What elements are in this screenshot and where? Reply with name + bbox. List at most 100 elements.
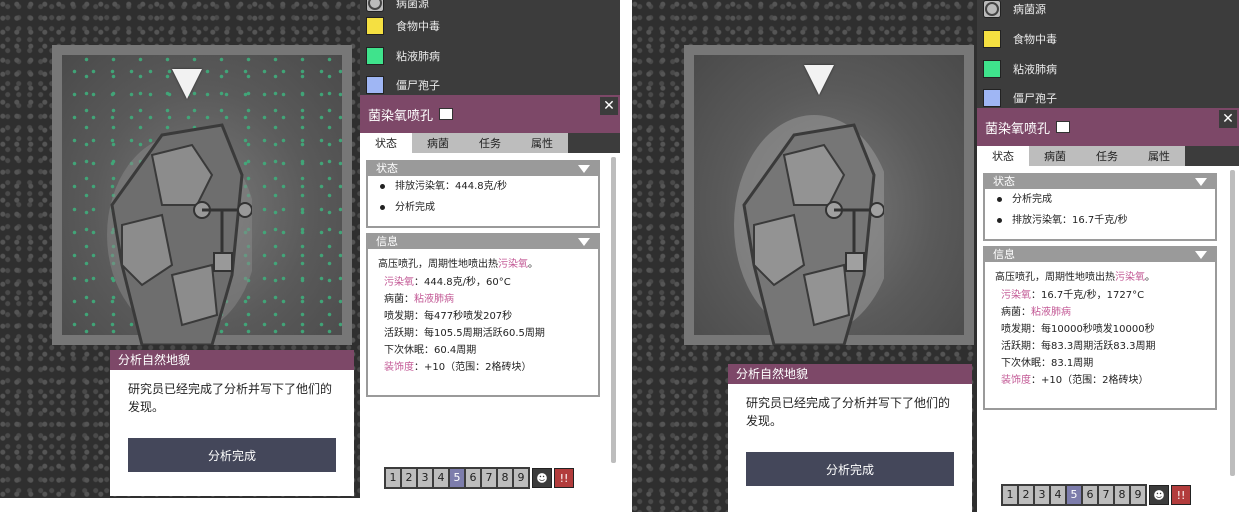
legend-item-slimelung: 粘液肺病 xyxy=(983,58,1057,80)
tab-germs[interactable]: 病菌 xyxy=(412,133,464,153)
legend-item-food-poisoning: 食物中毒 xyxy=(366,15,440,37)
speed-7[interactable]: 7 xyxy=(1099,486,1113,504)
info-header[interactable]: 信息 xyxy=(985,248,1215,262)
analysis-dialog: 分析自然地貌 研究员已经完成了分析并写下了他们的发现。 分析完成 xyxy=(728,364,972,512)
dialog-message: 研究员已经完成了分析并写下了他们的发现。 xyxy=(128,382,333,414)
speed-8[interactable]: 8 xyxy=(498,469,512,487)
geyser-frame xyxy=(684,45,974,345)
speed-7[interactable]: 7 xyxy=(482,469,496,487)
eruption-period: 喷发期：每10000秒喷发10000秒 xyxy=(1001,324,1155,335)
screenshot-left: 病菌源 食物中毒 粘液肺病 僵尸孢子 菌染氧喷孔 ✕ 状态 病菌 任务 属性 状… xyxy=(0,0,620,515)
alert-button[interactable]: !! xyxy=(554,468,574,488)
germ-legend: 病菌源 食物中毒 粘液肺病 僵尸孢子 xyxy=(977,0,1239,108)
vent-description: 高压喷孔，周期性地喷出热污染氧。 xyxy=(378,259,538,270)
status-header[interactable]: 状态 xyxy=(368,162,598,176)
food-poisoning-swatch xyxy=(366,17,384,35)
panel-scrollbar[interactable] xyxy=(1230,170,1235,476)
tab-properties[interactable]: 属性 xyxy=(516,133,568,153)
legend-item-germ-source: 病菌源 xyxy=(366,0,429,14)
tab-errands[interactable]: 任务 xyxy=(464,133,516,153)
legend-item-germ-source: 病菌源 xyxy=(983,0,1046,20)
status-row: 分析完成 xyxy=(985,189,1215,210)
info-panel: 菌染氧喷孔 ✕ 状态 病菌 任务 属性 状态 排放污染氧：444.8克/秒 分析… xyxy=(360,95,620,495)
speed-controls: 1 2 3 4 5 6 7 8 9 ☻ !! xyxy=(384,467,574,489)
speed-6[interactable]: 6 xyxy=(466,469,480,487)
status-section: 状态 分析完成 排放污染氧：16.7千克/秒 xyxy=(983,173,1217,241)
slimelung-swatch xyxy=(366,47,384,65)
info-header[interactable]: 信息 xyxy=(368,235,598,249)
info-section: 信息 高压喷孔，周期性地喷出热污染氧。 污染氧：444.8克/秒，60°C 病菌… xyxy=(366,233,600,397)
status-row: 排放污染氧：444.8克/秒 xyxy=(368,176,598,197)
info-section: 信息 高压喷孔，周期性地喷出热污染氧。 污染氧：16.7千克/秒，1727°C … xyxy=(983,246,1217,410)
eruption-period: 喷发期：每477秒喷发207秒 xyxy=(384,311,513,322)
alert-button[interactable]: !! xyxy=(1171,485,1191,505)
geyser-frame xyxy=(52,45,352,345)
slimelung-swatch xyxy=(983,60,1001,78)
tab-status[interactable]: 状态 xyxy=(977,146,1029,166)
decor-value: 装饰度：+10（范围：2格砖块） xyxy=(1001,375,1149,386)
decor-value: 装饰度：+10（范围：2格砖块） xyxy=(384,362,532,373)
speed-1[interactable]: 1 xyxy=(386,469,400,487)
speed-6[interactable]: 6 xyxy=(1083,486,1097,504)
speed-2[interactable]: 2 xyxy=(1019,486,1033,504)
panel-tabs: 状态 病菌 任务 属性 xyxy=(977,146,1239,166)
tab-properties[interactable]: 属性 xyxy=(1133,146,1185,166)
gas-output: 污染氧：444.8克/秒，60°C xyxy=(384,277,511,288)
speed-5[interactable]: 5 xyxy=(450,469,464,487)
status-section: 状态 排放污染氧：444.8克/秒 分析完成 xyxy=(366,160,600,228)
panel-title: 菌染氧喷孔 xyxy=(368,108,434,124)
speed-5[interactable]: 5 xyxy=(1067,486,1081,504)
legend-item-slimelung: 粘液肺病 xyxy=(366,45,440,67)
zombie-spores-swatch xyxy=(983,89,1001,107)
close-button[interactable]: ✕ xyxy=(1219,110,1237,128)
tab-germs[interactable]: 病菌 xyxy=(1029,146,1081,166)
dialog-title: 分析自然地貌 xyxy=(728,364,972,384)
panel-title-bar: 菌染氧喷孔 xyxy=(360,95,620,133)
codex-book-icon[interactable] xyxy=(439,108,454,120)
analysis-dialog: 分析自然地貌 研究员已经完成了分析并写下了他们的发现。 分析完成 xyxy=(110,350,354,496)
polluted-oxygen-vent[interactable] xyxy=(734,115,884,345)
codex-book-icon[interactable] xyxy=(1056,121,1071,133)
status-row: 排放污染氧：16.7千克/秒 xyxy=(985,210,1215,231)
gas-output: 污染氧：16.7千克/秒，1727°C xyxy=(1001,290,1145,301)
speed-3[interactable]: 3 xyxy=(418,469,432,487)
duplicant-icon[interactable]: ☻ xyxy=(1149,485,1169,505)
selection-marker-icon xyxy=(804,65,834,95)
vent-description: 高压喷孔，周期性地喷出热污染氧。 xyxy=(995,272,1155,283)
screenshot-right: 病菌源 食物中毒 粘液肺病 僵尸孢子 菌染氧喷孔 ✕ 状态 病菌 任务 属性 状… xyxy=(632,0,1239,515)
legend-item-zombie-spores: 僵尸孢子 xyxy=(983,87,1057,109)
speed-2[interactable]: 2 xyxy=(402,469,416,487)
analysis-complete-button[interactable]: 分析完成 xyxy=(746,452,954,486)
tab-status[interactable]: 状态 xyxy=(360,133,412,153)
next-dormancy: 下次休眠：83.1周期 xyxy=(1001,358,1094,369)
duplicant-icon[interactable]: ☻ xyxy=(532,468,552,488)
active-period: 活跃期：每83.3周期活跃83.3周期 xyxy=(1001,341,1156,352)
status-row: 分析完成 xyxy=(368,197,598,218)
speed-9[interactable]: 9 xyxy=(1131,486,1145,504)
zombie-spores-swatch xyxy=(366,76,384,94)
dialog-message: 研究员已经完成了分析并写下了他们的发现。 xyxy=(746,396,951,428)
panel-title: 菌染氧喷孔 xyxy=(985,121,1051,137)
polluted-oxygen-vent[interactable] xyxy=(102,115,252,345)
speed-8[interactable]: 8 xyxy=(1115,486,1129,504)
speed-controls: 1 2 3 4 5 6 7 8 9 ☻ !! xyxy=(1001,484,1191,506)
status-header[interactable]: 状态 xyxy=(985,175,1215,189)
close-button[interactable]: ✕ xyxy=(600,97,618,115)
germ-source-icon xyxy=(366,0,384,12)
speed-4[interactable]: 4 xyxy=(1051,486,1065,504)
speed-4[interactable]: 4 xyxy=(434,469,448,487)
info-panel: 菌染氧喷孔 ✕ 状态 病菌 任务 属性 状态 分析完成 排放污染氧：16.7千克… xyxy=(977,108,1239,512)
food-poisoning-swatch xyxy=(983,30,1001,48)
speed-9[interactable]: 9 xyxy=(514,469,528,487)
tab-errands[interactable]: 任务 xyxy=(1081,146,1133,166)
germ-type: 病菌：粘液肺病 xyxy=(384,294,454,305)
panel-tabs: 状态 病菌 任务 属性 xyxy=(360,133,620,153)
germ-source-icon xyxy=(983,0,1001,18)
dialog-title: 分析自然地貌 xyxy=(110,350,354,370)
legend-item-zombie-spores: 僵尸孢子 xyxy=(366,74,440,96)
panel-scrollbar[interactable] xyxy=(611,157,616,463)
analysis-complete-button[interactable]: 分析完成 xyxy=(128,438,336,472)
speed-1[interactable]: 1 xyxy=(1003,486,1017,504)
speed-3[interactable]: 3 xyxy=(1035,486,1049,504)
selection-marker-icon xyxy=(172,69,202,99)
